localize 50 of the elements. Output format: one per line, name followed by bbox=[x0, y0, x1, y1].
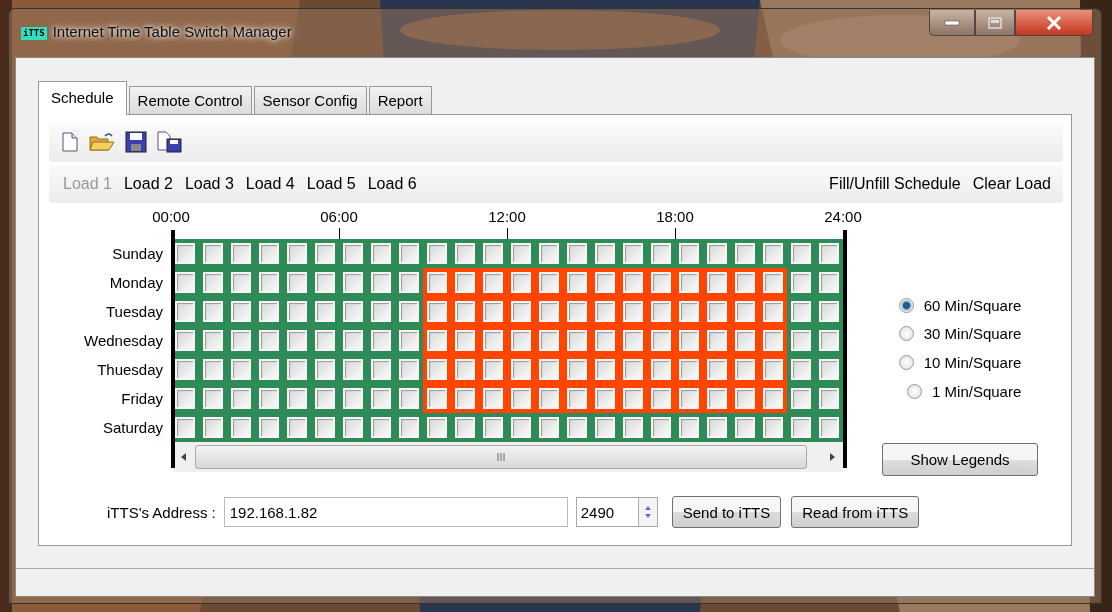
open-folder-icon[interactable] bbox=[89, 132, 115, 152]
minimize-icon bbox=[944, 19, 960, 26]
load-item[interactable]: Load 5 bbox=[300, 175, 362, 193]
spinner-arrows[interactable] bbox=[637, 497, 658, 528]
load-item[interactable]: Load 4 bbox=[239, 175, 301, 193]
load-action[interactable]: Clear Load bbox=[966, 175, 1057, 193]
day-label: Thuesday bbox=[96, 360, 163, 380]
scroll-right-icon[interactable] bbox=[827, 451, 837, 463]
window-title: Internet Time Table Switch Manager bbox=[52, 23, 292, 40]
day-label: Sunday bbox=[111, 244, 163, 264]
day-label: Friday bbox=[120, 389, 163, 409]
load-action[interactable]: Fill/Unfill Schedule bbox=[823, 175, 967, 193]
close-button[interactable] bbox=[1015, 10, 1093, 36]
load-item[interactable]: Load 6 bbox=[361, 175, 423, 193]
app-icon: iTTS bbox=[21, 27, 47, 40]
resolution-radio[interactable]: 10 Min/Square bbox=[898, 348, 1022, 377]
resolution-radio[interactable]: 1 Min/Square bbox=[907, 376, 1022, 406]
new-file-icon[interactable] bbox=[61, 132, 79, 152]
save-icon[interactable] bbox=[125, 131, 147, 153]
port-field[interactable]: 2490 bbox=[575, 497, 638, 528]
day-label: Tuesday bbox=[105, 302, 163, 322]
day-label: Wednesday bbox=[83, 331, 163, 351]
minimize-button[interactable] bbox=[929, 10, 975, 36]
address-field[interactable]: 192.168.1.82 bbox=[223, 497, 568, 528]
resolution-radio[interactable]: 30 Min/Square bbox=[898, 319, 1022, 349]
day-label: Monday bbox=[108, 273, 163, 293]
grip-icon bbox=[495, 453, 507, 461]
tab[interactable]: Sensor Config bbox=[253, 86, 367, 114]
tab[interactable]: Remote Control bbox=[128, 86, 252, 114]
close-icon bbox=[1046, 15, 1062, 30]
scroll-left-icon[interactable] bbox=[179, 451, 189, 463]
time-label: 12:00 bbox=[488, 208, 526, 225]
action-button[interactable]: Read from iTTS bbox=[791, 496, 920, 529]
day-label: Saturday bbox=[101, 418, 163, 438]
maximize-button[interactable] bbox=[975, 10, 1015, 36]
time-label: 06:00 bbox=[320, 208, 358, 225]
address-label: iTTS's Address : bbox=[107, 503, 216, 521]
tab[interactable]: Schedule bbox=[38, 81, 127, 115]
show-legends-button[interactable]: Show Legends bbox=[882, 443, 1038, 477]
load-item[interactable]: Load 2 bbox=[117, 175, 179, 193]
action-button[interactable]: Send to iTTS bbox=[671, 496, 782, 529]
time-label: 24:00 bbox=[824, 208, 862, 225]
horizontal-scrollbar[interactable] bbox=[173, 442, 843, 472]
maximize-icon bbox=[988, 16, 1002, 29]
load-item[interactable]: Load 3 bbox=[178, 175, 240, 193]
save-as-icon[interactable] bbox=[157, 131, 183, 153]
tab[interactable]: Report bbox=[368, 86, 432, 114]
time-label: 00:00 bbox=[152, 208, 190, 225]
resolution-radio[interactable]: 60 Min/Square bbox=[898, 291, 1022, 320]
time-label: 18:00 bbox=[656, 208, 694, 225]
